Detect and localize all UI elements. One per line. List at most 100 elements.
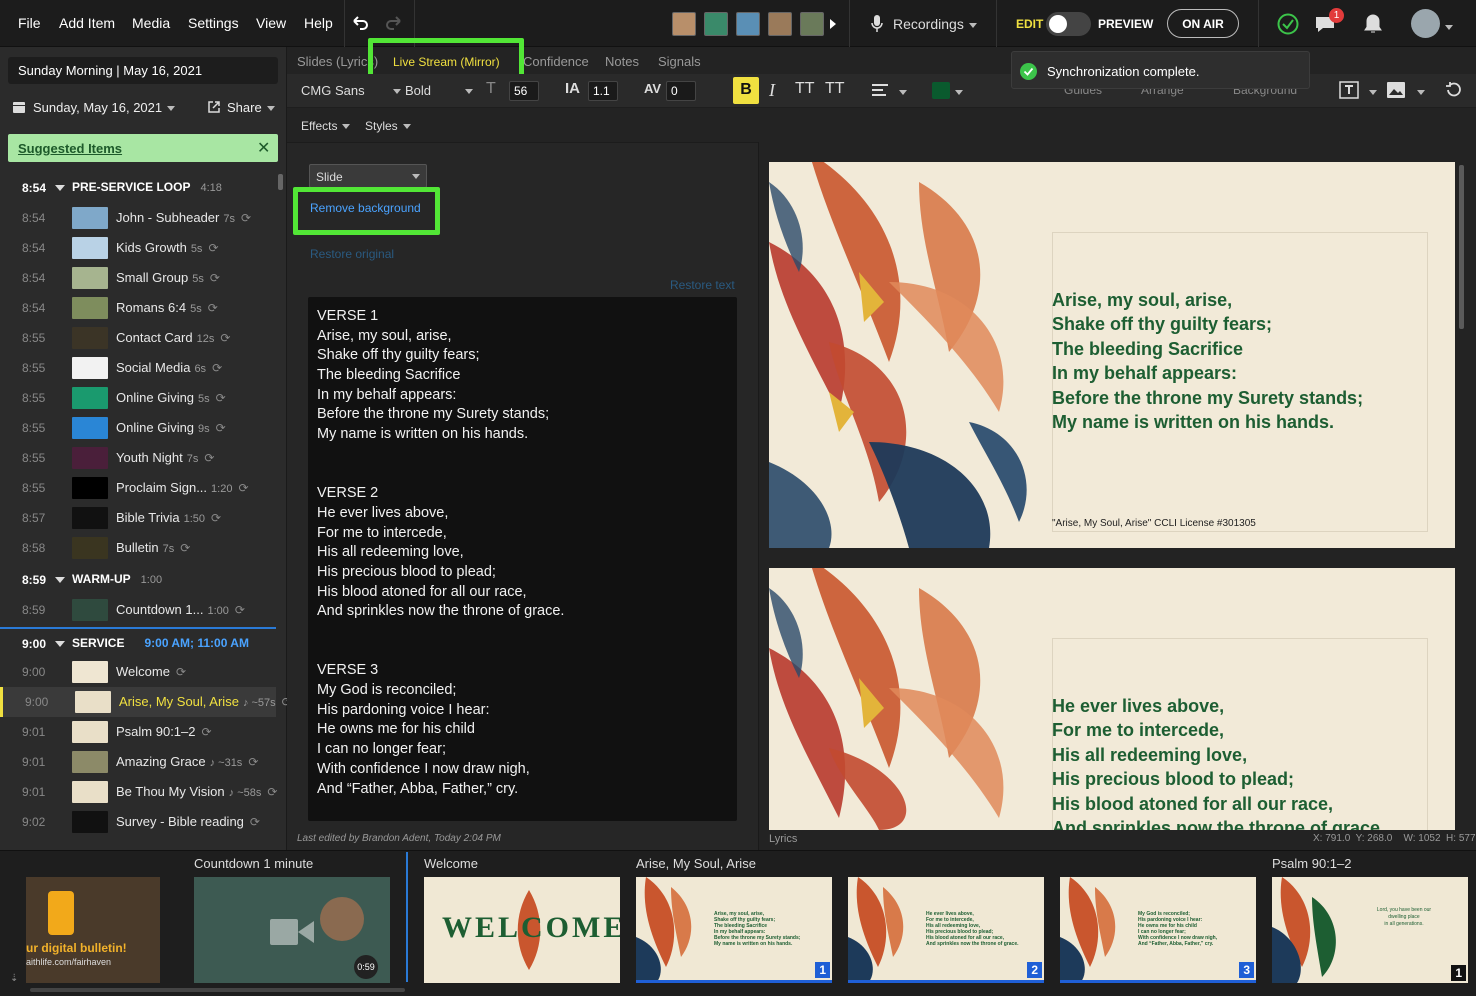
tab-signals[interactable]: Signals xyxy=(658,54,701,69)
service-item[interactable]: 8:55 Contact Card 12s ⟳ xyxy=(0,323,276,353)
reset-icon[interactable] xyxy=(1444,81,1464,99)
bell-icon[interactable] xyxy=(1363,13,1383,35)
service-item[interactable]: 8:54 John - Subheader 7s ⟳ xyxy=(0,203,276,233)
image-icon[interactable] xyxy=(1386,81,1406,99)
avatar[interactable] xyxy=(672,12,696,36)
bold-button[interactable]: B xyxy=(733,77,759,104)
service-item[interactable]: 9:01 Psalm 90:1–2 ⟳ xyxy=(0,717,276,747)
restore-text-link[interactable]: Restore text xyxy=(670,278,735,292)
slide-preview-1[interactable]: Arise, my soul, arise, Shake off thy guil… xyxy=(769,162,1455,548)
countdown-thumbnail[interactable]: 0:59 xyxy=(194,877,390,983)
styles-menu[interactable]: Styles xyxy=(365,119,411,133)
avatar[interactable] xyxy=(768,12,792,36)
collapse-triangle-icon[interactable] xyxy=(55,577,65,583)
psalm-thumbnail[interactable]: Lord, you have been our dwelling place in … xyxy=(1272,877,1468,983)
font-size-input[interactable]: 56 xyxy=(509,81,539,101)
avatar[interactable] xyxy=(800,12,824,36)
service-item[interactable]: 8:54 Kids Growth 5s ⟳ xyxy=(0,233,276,263)
chevron-down-icon[interactable] xyxy=(1440,19,1453,34)
service-item[interactable]: 8:55 Social Media 6s ⟳ xyxy=(0,353,276,383)
service-item[interactable]: 8:55 Online Giving 9s ⟳ xyxy=(0,413,276,443)
arise-slide-1-thumbnail[interactable]: Arise, my soul, arise, Shake off thy guil… xyxy=(636,877,832,983)
align-left-icon[interactable] xyxy=(871,83,889,97)
avatar[interactable] xyxy=(736,12,760,36)
collapse-triangle-icon[interactable] xyxy=(55,185,65,191)
chevron-right-icon[interactable] xyxy=(829,18,837,30)
chevron-down-icon[interactable]: ⇣ xyxy=(10,973,18,984)
phone-icon xyxy=(48,891,74,935)
suggested-items-link[interactable]: Suggested Items xyxy=(18,141,122,156)
tab-notes[interactable]: Notes xyxy=(605,54,639,69)
item-time: 8:55 xyxy=(22,451,46,465)
strip-scrollbar[interactable] xyxy=(30,988,405,992)
edit-preview-toggle[interactable] xyxy=(1046,12,1091,36)
service-item[interactable]: 8:59 Countdown 1... 1:00 ⟳ xyxy=(0,595,276,625)
font-weight-select[interactable]: Bold xyxy=(405,83,474,98)
letter-spacing-input[interactable]: 0 xyxy=(666,81,696,101)
slide-preview-2[interactable]: He ever lives above, For me to intercede,… xyxy=(769,568,1455,830)
service-title[interactable]: Sunday Morning | May 16, 2021 xyxy=(8,57,278,84)
section-header[interactable]: 8:54 PRE-SERVICE LOOP 4:18 xyxy=(0,173,276,203)
arise-slide-3-thumbnail[interactable]: My God is reconciled; His pardoning voice… xyxy=(1060,877,1256,983)
date-picker[interactable]: Sunday, May 16, 2021 xyxy=(33,100,176,115)
tab-slides[interactable]: Slides (Lyrics) xyxy=(297,54,378,69)
menu-add-item[interactable]: Add Item xyxy=(59,15,115,31)
chevron-down-icon[interactable] xyxy=(1412,84,1425,99)
redo-icon[interactable] xyxy=(385,15,403,31)
menu-file[interactable]: File xyxy=(18,15,41,31)
item-title: Kids Growth xyxy=(116,240,187,255)
text-case-button[interactable]: TT xyxy=(795,80,815,98)
service-item[interactable]: 8:55 Youth Night 7s ⟳ xyxy=(0,443,276,473)
service-item[interactable]: 8:55 Proclaim Sign... 1:20 ⟳ xyxy=(0,473,276,503)
chevron-down-icon[interactable] xyxy=(950,84,963,99)
section-header[interactable]: 8:59 WARM-UP 1:00 xyxy=(0,565,276,595)
tab-confidence[interactable]: Confidence xyxy=(523,54,589,69)
service-item[interactable]: 8:54 Small Group 5s ⟳ xyxy=(0,263,276,293)
user-avatar[interactable] xyxy=(1411,9,1440,38)
service-item[interactable]: 9:02 Survey - Bible reading ⟳ xyxy=(0,807,276,837)
bulletin-thumbnail[interactable]: ur digital bulletin! aithlife.com/fairha… xyxy=(26,877,160,983)
effects-menu[interactable]: Effects xyxy=(301,119,351,133)
recordings-dropdown[interactable]: Recordings xyxy=(893,16,977,32)
avatar[interactable] xyxy=(704,12,728,36)
service-item[interactable]: 9:01 Be Thou My Vision ♪ ~58s ⟳ xyxy=(0,777,277,807)
menu-media[interactable]: Media xyxy=(132,15,170,31)
service-item[interactable]: 8:55 Online Giving 5s ⟳ xyxy=(0,383,276,413)
lyrics-textarea[interactable]: VERSE 1 Arise, my soul, arise, Shake off t… xyxy=(308,297,737,821)
chevron-down-icon[interactable] xyxy=(894,84,907,99)
service-item[interactable]: 8:54 Romans 6:4 5s ⟳ xyxy=(0,293,276,323)
arise-slide-2-thumbnail[interactable]: He ever lives above, For me to intercede,… xyxy=(848,877,1044,983)
welcome-thumbnail[interactable]: WELCOME xyxy=(424,877,620,983)
close-icon[interactable]: ✕ xyxy=(257,138,270,158)
menu-view[interactable]: View xyxy=(256,15,286,31)
slide-scope-select[interactable]: Slide xyxy=(309,164,427,188)
service-item[interactable]: 8:57 Bible Trivia 1:50 ⟳ xyxy=(0,503,276,533)
italic-button[interactable]: I xyxy=(769,80,775,101)
font-family-select[interactable]: CMG Sans xyxy=(301,83,401,98)
on-air-button[interactable]: ON AIR xyxy=(1167,9,1239,38)
slide-lyric-line: Before the throne my Surety stands; xyxy=(1052,387,1364,408)
sync-check-icon[interactable] xyxy=(1277,13,1299,35)
item-thumbnail xyxy=(72,599,108,621)
text-box-icon[interactable] xyxy=(1339,81,1359,99)
slide-scope-value: Slide xyxy=(316,170,343,184)
chevron-down-icon[interactable] xyxy=(1364,84,1377,99)
section-header[interactable]: 9:00 SERVICE 9:00 AM; 11:00 AM xyxy=(0,627,276,657)
uppercase-button[interactable]: TT xyxy=(825,80,845,98)
microphone-icon[interactable] xyxy=(870,14,884,34)
share-button[interactable]: Share xyxy=(227,100,275,115)
service-item[interactable]: 9:01 Amazing Grace ♪ ~31s ⟳ xyxy=(0,747,276,777)
preview-scrollbar[interactable] xyxy=(1459,165,1464,329)
text-color-swatch[interactable] xyxy=(932,82,950,99)
service-item[interactable]: 9:00 Arise, My Soul, Arise♪ ~57s⟳ xyxy=(0,687,292,717)
collapse-triangle-icon[interactable] xyxy=(55,641,65,647)
item-title: WARM-UP xyxy=(72,572,131,586)
line-height-input[interactable]: 1.1 xyxy=(588,81,618,101)
service-item[interactable]: 9:00 Welcome ⟳ xyxy=(0,657,276,687)
scrollbar[interactable] xyxy=(278,174,283,190)
undo-icon[interactable] xyxy=(351,15,369,31)
menu-help[interactable]: Help xyxy=(304,15,333,31)
menu-settings[interactable]: Settings xyxy=(188,15,239,31)
restore-original-link[interactable]: Restore original xyxy=(310,247,394,261)
service-item[interactable]: 8:58 Bulletin 7s ⟳ xyxy=(0,533,276,563)
